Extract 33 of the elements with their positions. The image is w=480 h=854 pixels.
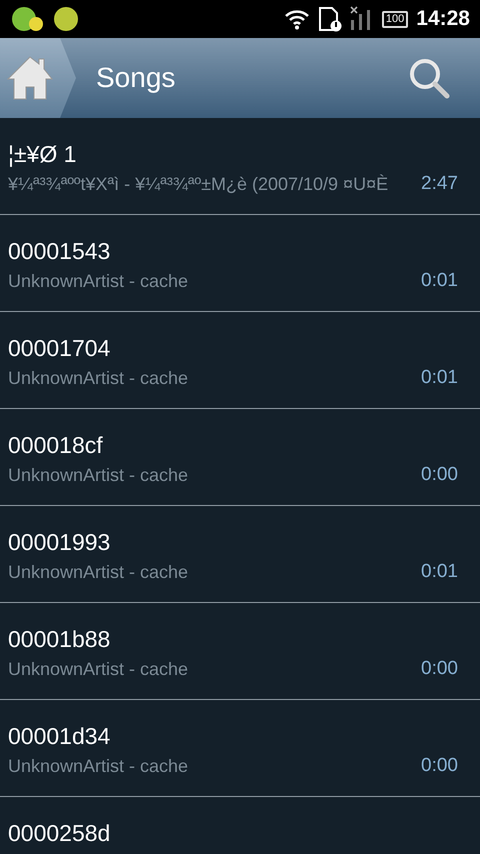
clock: 14:28 — [416, 6, 470, 32]
song-title: 000018cf — [8, 431, 104, 459]
song-artist-album: UnknownArtist - cache — [8, 658, 190, 681]
song-duration: 0:01 — [420, 366, 459, 390]
sim-alert-icon — [318, 6, 342, 32]
song-duration: 2:47 — [420, 172, 459, 196]
song-title: 00001b88 — [8, 625, 112, 653]
song-artist-album: UnknownArtist - cache — [8, 755, 190, 778]
song-artist-album: UnknownArtist - cache — [8, 464, 190, 487]
song-title: 00001704 — [8, 334, 112, 362]
song-title: 00001d34 — [8, 722, 112, 750]
song-duration: 0:00 — [420, 754, 459, 778]
song-duration: 0:00 — [420, 657, 459, 681]
screen-title: Songs — [96, 61, 176, 95]
song-artist-album: UnknownArtist - cache — [8, 367, 190, 390]
wifi-icon — [284, 8, 310, 30]
home-button[interactable] — [0, 38, 76, 118]
song-title: 00001993 — [8, 528, 112, 556]
home-icon — [6, 55, 54, 101]
search-icon — [408, 57, 450, 99]
song-duration: 0:01 — [420, 269, 459, 293]
app-notification-icon — [52, 6, 80, 32]
battery-level: 100 — [382, 10, 408, 28]
song-title: 0000258d — [8, 819, 112, 847]
song-artist-album: UnknownArtist - cache — [8, 561, 190, 584]
search-button[interactable] — [408, 57, 450, 99]
song-artist-album: UnknownArtist - cache — [8, 270, 190, 293]
song-artist-album: ¥¼ª³¾ªººt¥Xªì - ¥¼ª³¾ªº±M¿è (2007/10/9 ¤U¤È — [8, 173, 390, 196]
song-title: ¦±¥Ø 1 — [8, 140, 78, 168]
song-duration: 0:00 — [420, 463, 459, 487]
song-duration: 0:01 — [420, 560, 459, 584]
app-notification-icon — [10, 6, 44, 32]
song-title: 00001543 — [8, 237, 112, 265]
